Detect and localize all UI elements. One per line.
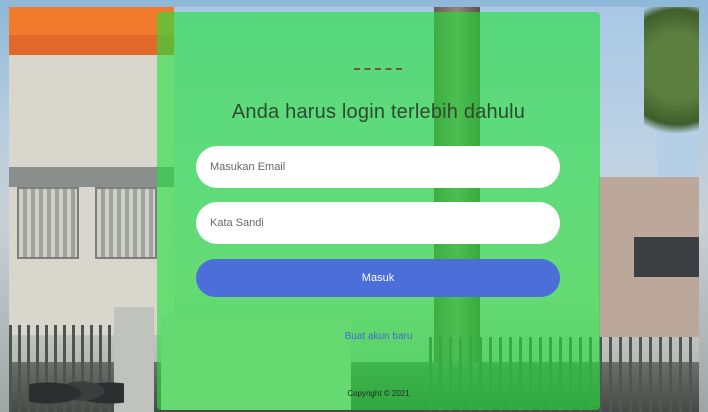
register-link[interactable]: Buat akun baru (157, 331, 600, 342)
building-window (95, 187, 157, 259)
title-accent-line (354, 68, 402, 70)
email-input[interactable] (196, 146, 560, 188)
building-window (17, 187, 79, 259)
login-screen: Anda harus login terlebih dahulu Masuk B… (0, 0, 708, 412)
login-button[interactable]: Masuk (196, 259, 560, 297)
building-roof (9, 7, 174, 55)
copyright-text: Copyright © 2021 (347, 389, 410, 398)
motorcycles (29, 369, 124, 409)
password-input[interactable] (196, 202, 560, 244)
login-title: Anda harus login terlebih dahulu (231, 101, 526, 123)
carport-roof (634, 237, 699, 277)
building-band (9, 167, 174, 187)
tree (644, 7, 699, 157)
